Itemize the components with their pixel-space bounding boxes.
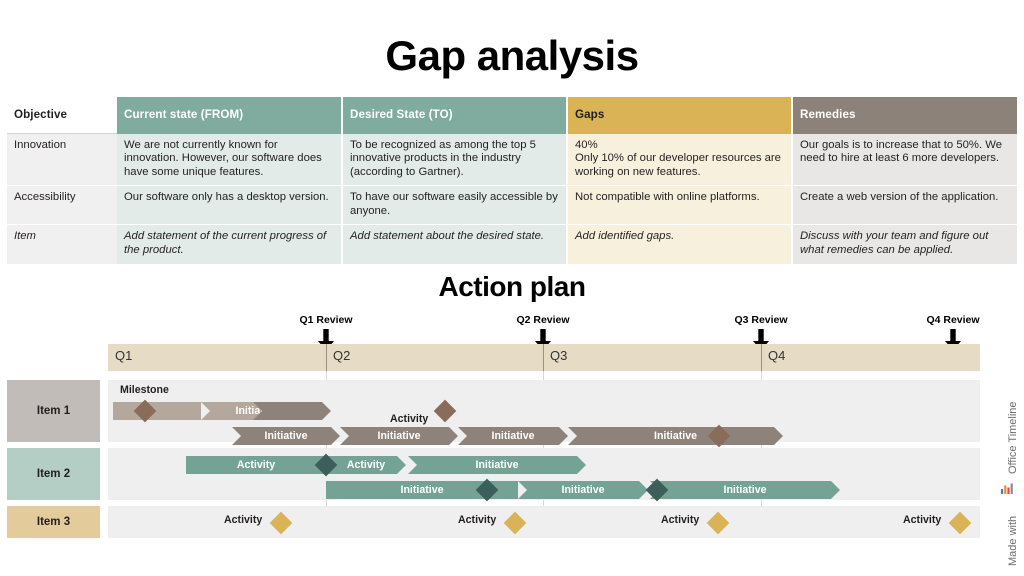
swimlane-track: Milestone Activity Initiative Initiative Ini…	[108, 380, 980, 448]
cell-gaps: Not compatible with online platforms.	[566, 185, 792, 225]
timeline-bar-segment[interactable]: Initiative	[518, 481, 648, 499]
swimlane-track: Activity Activity Initiative Initiative Init…	[108, 448, 980, 502]
bar-caption-activity-4: Activity	[903, 514, 942, 526]
cell-remedies: Our goals is to increase that to 50%. We…	[791, 133, 1017, 186]
column-header-remedies: Remedies	[791, 97, 1017, 134]
quarter-tick-q3	[543, 344, 544, 371]
timeline-bar-segment[interactable]	[253, 402, 331, 420]
review-label-4: Q4 Review	[926, 314, 980, 326]
cell-gaps: 40% Only 10% of our developer resources a…	[566, 133, 792, 186]
quarter-band: Q1 Q2 Q3 Q4	[108, 344, 980, 371]
bar-caption-activity-1: Activity	[224, 514, 263, 526]
bar-caption-activity-3: Activity	[661, 514, 700, 526]
timeline-bar-segment[interactable]: Initiative	[458, 427, 568, 445]
timeline-bar-segment[interactable]	[113, 402, 201, 420]
bar-caption-milestone-1: Milestone	[120, 384, 169, 396]
cell-remedies: Create a web version of the application.	[791, 185, 1017, 225]
office-timeline-logo-icon	[1001, 483, 1013, 494]
action-plan-timeline: Q1 Review Q2 Review Q3 Review Q4 Review Q1 Q…	[0, 305, 1024, 570]
cell-objective: Innovation	[7, 133, 117, 186]
cell-desired-state: To be recognized as among the top 5 inno…	[341, 133, 567, 186]
quarter-tick-q4	[761, 344, 762, 371]
timeline-bar-segment[interactable]: Initiative	[568, 427, 783, 445]
swimlane-label: Item 2	[7, 448, 100, 500]
timeline-bar-segment[interactable]: Initiative	[408, 456, 586, 474]
quarter-label-q3: Q3	[550, 348, 568, 363]
swimlane-label: Item 1	[7, 380, 100, 442]
office-timeline-watermark: Made with Office Timeline	[992, 370, 1022, 570]
cell-desired-state: To have our software easily accessible b…	[341, 185, 567, 225]
milestone-diamond-icon[interactable]	[948, 511, 972, 535]
table-row: Innovation We are not currently known for…	[7, 133, 1017, 186]
bar-caption-activity-2: Activity	[458, 514, 497, 526]
swimlane-item-1[interactable]: Item 1 Milestone Activity Initiative Initiat…	[7, 380, 980, 448]
column-header-gaps: Gaps	[566, 97, 792, 134]
column-header-objective: Objective	[7, 97, 117, 134]
cell-objective: Accessibility	[7, 185, 117, 225]
gap-analysis-table: Objective Current state (FROM) Desired S…	[7, 97, 1017, 264]
milestone-diamond-icon[interactable]	[706, 511, 730, 535]
review-label-3: Q3 Review	[734, 314, 788, 326]
column-header-desired-state: Desired State (TO)	[341, 97, 567, 134]
milestone-diamond-icon[interactable]	[269, 511, 293, 535]
table-row: Item Add statement of the current progres…	[7, 224, 1017, 264]
cell-current-state: Our software only has a desktop version.	[117, 185, 342, 225]
timeline-bar-segment[interactable]: Initiative	[340, 427, 458, 445]
bar-caption-activity-2: Activity	[390, 413, 429, 425]
quarter-tick-q2	[326, 344, 327, 371]
swimlane-label: Item 3	[7, 506, 100, 538]
watermark-product: Office Timeline	[1007, 401, 1019, 474]
cell-current-state: Add statement of the current progress of…	[117, 224, 342, 264]
page-title: Gap analysis	[385, 32, 639, 79]
quarter-label-q1: Q1	[115, 348, 133, 363]
cell-desired-state: Add statement about the desired state.	[341, 224, 567, 264]
quarter-label-q4: Q4	[768, 348, 786, 363]
timeline-bar-segment[interactable]: Activity	[326, 456, 406, 474]
table-row: Accessibility Our software only has a des…	[7, 185, 1017, 225]
column-header-current-state: Current state (FROM)	[117, 97, 342, 134]
quarter-label-q2: Q2	[333, 348, 351, 363]
review-label-2: Q2 Review	[516, 314, 570, 326]
review-label-1: Q1 Review	[299, 314, 353, 326]
cell-gaps: Add identified gaps.	[566, 224, 792, 264]
cell-current-state: We are not currently known for innovatio…	[117, 133, 342, 186]
action-plan-title: Action plan	[438, 271, 586, 302]
cell-objective: Item	[7, 224, 117, 264]
watermark-made-with: Made with	[1007, 515, 1019, 566]
milestone-diamond-icon[interactable]	[503, 511, 527, 535]
timeline-bar-segment[interactable]: Initiative	[650, 481, 840, 499]
timeline-bar-segment[interactable]: Initiative	[232, 427, 340, 445]
swimlane-item-3[interactable]: Item 3 Activity Activity Activity Activity	[7, 506, 980, 538]
milestone-diamond-icon[interactable]	[433, 399, 457, 423]
swimlane-item-2[interactable]: Item 2 Activity Activity Initiative Initiati…	[7, 448, 980, 502]
cell-remedies: Discuss with your team and figure out wh…	[791, 224, 1017, 264]
table-header-row: Objective Current state (FROM) Desired S…	[7, 97, 1017, 134]
timeline-bar-segment[interactable]: Activity	[186, 456, 326, 474]
swimlane-track: Activity Activity Activity Activity	[108, 506, 980, 538]
